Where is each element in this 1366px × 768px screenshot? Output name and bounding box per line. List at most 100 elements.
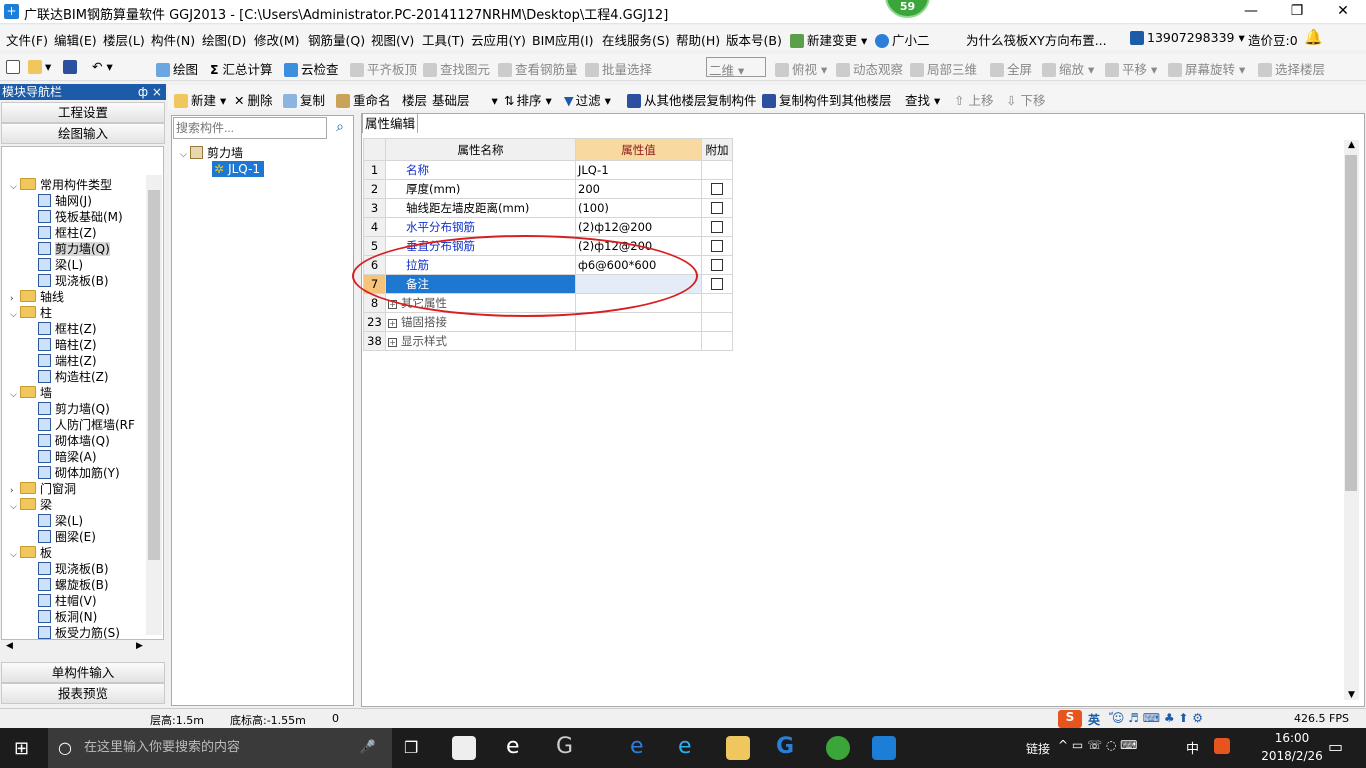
tree-item[interactable]: 端柱(Z) xyxy=(38,353,97,369)
component-search-input[interactable] xyxy=(173,117,327,139)
expand-group-icon[interactable]: + xyxy=(388,338,397,347)
tree-item[interactable]: 剪力墙(Q) xyxy=(38,401,110,417)
tree-item[interactable]: 暗柱(Z) xyxy=(38,337,97,353)
tree-item[interactable]: 圈梁(E) xyxy=(38,529,96,545)
tree-item[interactable]: 框柱(Z) xyxy=(38,225,97,241)
component-type-tree[interactable]: ⌵ 常用构件类型 轴网(J) 筏板基础(M) 框柱(Z) 剪力墙(Q) 梁(L) 现浇板(B)… xyxy=(1,146,164,640)
tree-item[interactable]: 板洞(N) xyxy=(38,609,97,625)
batch-select-button[interactable]: 批量选择 xyxy=(585,59,652,78)
property-value-cell[interactable] xyxy=(575,331,702,351)
extra-checkbox[interactable] xyxy=(711,278,723,290)
tree-folder[interactable]: ⌵ 墙 xyxy=(10,385,52,401)
minimize-button[interactable]: — xyxy=(1228,0,1274,24)
find-element-button[interactable]: 查找图元 xyxy=(423,59,490,78)
menu-view[interactable]: 视图(V) xyxy=(371,30,414,49)
extra-checkbox[interactable] xyxy=(711,240,723,252)
app-g-icon[interactable]: G xyxy=(556,734,573,759)
tree-item[interactable]: 暗梁(A) xyxy=(38,449,97,465)
tree-item[interactable]: 人防门框墙(RF xyxy=(38,417,135,433)
sum-button[interactable]: Σ 汇总计算 xyxy=(210,59,273,78)
property-value-cell[interactable]: (2)ф12@200 xyxy=(575,217,702,237)
tree-item[interactable]: 框柱(Z) xyxy=(38,321,97,337)
menu-version[interactable]: 版本号(B) xyxy=(726,30,782,49)
drawing-input-button[interactable]: 绘图输入 xyxy=(1,123,165,144)
file-explorer-icon[interactable] xyxy=(726,736,750,760)
notification-icon[interactable]: ▭ xyxy=(1328,737,1343,756)
fullscreen-button[interactable]: 全屏 xyxy=(990,59,1032,78)
sogou-tray-icon[interactable] xyxy=(1214,738,1230,754)
collapse-icon[interactable]: ⌵ xyxy=(10,547,20,563)
ime-tools-icons[interactable]: ّ ☺ ♬ ⌨ ♣ ⬆ ⚙ xyxy=(1108,711,1203,725)
extra-checkbox[interactable] xyxy=(711,183,723,195)
menu-modify[interactable]: 修改(M) xyxy=(254,30,300,49)
property-vscroll-thumb[interactable] xyxy=(1345,155,1357,491)
tree-item[interactable]: 砌体墙(Q) xyxy=(38,433,110,449)
menu-assistant[interactable]: 广小二 xyxy=(875,30,930,49)
ie-blue-icon[interactable]: e xyxy=(678,734,692,759)
tree-vscroll-thumb[interactable] xyxy=(148,190,160,560)
menu-edit[interactable]: 编辑(E) xyxy=(54,30,97,49)
rotate-button[interactable]: 屏幕旋转 ▾ xyxy=(1168,59,1245,78)
property-row[interactable]: 4 水平分布钢筋 (2)ф12@200 xyxy=(363,217,733,237)
property-row[interactable]: 38 + 显示样式 xyxy=(363,331,733,351)
menu-cloud[interactable]: 云应用(Y) xyxy=(471,30,526,49)
edge-icon[interactable]: e xyxy=(630,734,644,759)
dynamic-view-button[interactable]: 动态观察 xyxy=(836,59,903,78)
tree-item[interactable]: 螺旋板(B) xyxy=(38,577,109,593)
tree-item[interactable]: 梁(L) xyxy=(38,513,83,529)
delete-button[interactable]: ✕ 删除 xyxy=(234,90,273,109)
task-view-icon[interactable]: ❐ xyxy=(404,738,418,757)
move-up-button[interactable]: ⇧ 上移 xyxy=(954,90,993,109)
search-icon[interactable]: ⌕ xyxy=(329,117,351,139)
flat-top-button[interactable]: 平齐板顶 xyxy=(350,59,417,78)
save-icon[interactable] xyxy=(63,59,80,74)
project-settings-button[interactable]: 工程设置 xyxy=(1,102,165,123)
bell-icon[interactable]: 🔔 xyxy=(1304,28,1323,46)
menu-component[interactable]: 构件(N) xyxy=(151,30,195,49)
component-item-selected[interactable]: ✲ JLQ-1 xyxy=(212,161,265,177)
local-3d-button[interactable]: 局部三维 xyxy=(910,59,977,78)
tree-item[interactable]: 筏板基础(M) xyxy=(38,209,123,225)
floor-select[interactable]: 基础层 ▾ xyxy=(432,90,498,109)
expand-group-icon[interactable]: + xyxy=(388,319,397,328)
tree-item[interactable]: 剪力墙(Q) xyxy=(38,241,110,257)
tree-folder[interactable]: › 轴线 xyxy=(10,289,64,305)
close-button[interactable]: ✕ xyxy=(1320,0,1366,24)
property-row[interactable]: 1 名称 JLQ-1 xyxy=(363,160,733,180)
sort-button[interactable]: ⇅ 排序 ▾ xyxy=(504,90,552,109)
menu-online[interactable]: 在线服务(S) xyxy=(602,30,670,49)
zoom-button[interactable]: 缩放 ▾ xyxy=(1042,59,1094,78)
ie-icon[interactable]: e xyxy=(506,734,520,759)
tree-hscroll[interactable]: ◀ ▶ xyxy=(2,641,148,656)
menu-bim[interactable]: BIM应用(I) xyxy=(532,30,594,49)
pin-close-icon[interactable]: ф × xyxy=(138,84,162,100)
menu-new-change[interactable]: 新建变更 ▾ xyxy=(790,30,867,49)
menu-file[interactable]: 文件(F) xyxy=(6,30,48,49)
menu-rebar[interactable]: 钢筋量(Q) xyxy=(308,30,365,49)
clock-date[interactable]: 2018/2/26 xyxy=(1256,749,1328,763)
tree-item[interactable]: 板受力筋(S) xyxy=(38,625,120,639)
select-floor-button[interactable]: 选择楼层 xyxy=(1258,59,1325,78)
menu-question[interactable]: 为什么筏板XY方向布置... xyxy=(966,30,1107,49)
new-component-button[interactable]: 新建 ▾ xyxy=(174,90,226,109)
filter-button[interactable]: ▼ 过滤 ▾ xyxy=(564,90,611,109)
tree-item[interactable]: 砌体加筋(Y) xyxy=(38,465,120,481)
property-value-cell[interactable]: (100) xyxy=(575,198,702,218)
tree-item[interactable]: 现浇板(B) xyxy=(38,273,109,289)
tree-folder[interactable]: ⌵ 常用构件类型 xyxy=(10,177,112,193)
notification-badge[interactable]: 59 xyxy=(885,0,930,18)
copy-button[interactable]: 复制 xyxy=(283,90,325,109)
tree-folder[interactable]: ⌵ 柱 xyxy=(10,305,52,321)
tab-property-edit[interactable]: 属性编辑 xyxy=(362,113,418,133)
view-rebar-button[interactable]: 查看钢筋量 xyxy=(498,59,578,78)
view-mode-select[interactable]: 二维 ▾ xyxy=(706,57,766,78)
taskbar-search[interactable]: ○ 在这里输入你要搜索的内容 🎤 xyxy=(48,728,392,768)
ime-indicator[interactable]: 中 xyxy=(1186,738,1199,757)
tree-item[interactable]: 构造柱(Z) xyxy=(38,369,109,385)
new-file-icon[interactable] xyxy=(6,59,23,74)
extra-checkbox[interactable] xyxy=(711,221,723,233)
tree-item[interactable]: 梁(L) xyxy=(38,257,83,273)
undo-icon[interactable]: ↶ ▾ xyxy=(92,59,113,74)
property-value-cell[interactable] xyxy=(575,312,702,332)
tree-item[interactable]: 柱帽(V) xyxy=(38,593,97,609)
